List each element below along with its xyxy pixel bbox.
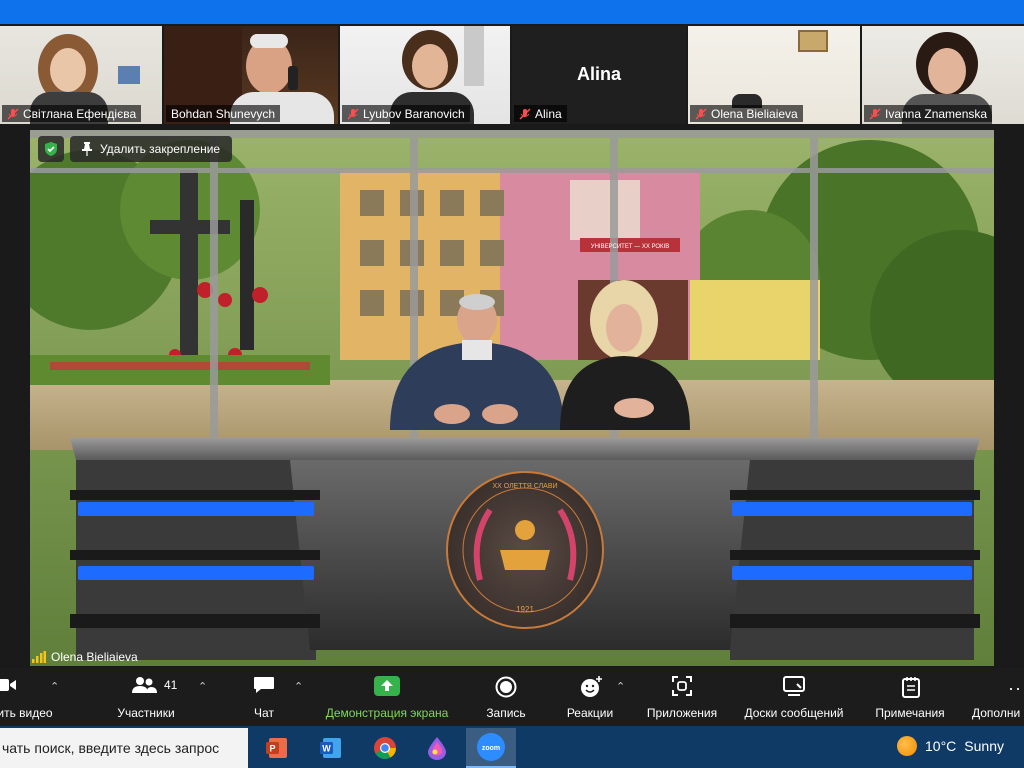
notes-button[interactable]: Примечания [866,668,954,726]
video-camera-icon [0,679,16,691]
building-sign-text: УНІВЕРСИТЕТ — ХХ РОКІВ [591,244,669,250]
video-options-caret-icon[interactable]: ⌃ [50,680,59,693]
whiteboard-icon [783,676,805,696]
participant-name: Lyubov Baranovich [342,105,470,122]
participants-icon [132,677,157,693]
start-video-label: ить видео [0,706,53,720]
participant-tile[interactable]: Світлана Ефендієва [0,26,162,124]
main-video-area: ХХ ОЛЕТТЯ СЛАВИ 1921 УНІВЕРСИТЕТ — ХХ РО… [0,128,1024,668]
chat-button[interactable]: Чат [240,668,288,726]
participants-button[interactable]: 41 Участники [108,668,184,726]
more-label: Дополни [972,706,1021,720]
more-dots-icon: ·· [1008,678,1022,698]
pin-icon [82,142,92,156]
active-speaker-label: Olena Bieliaieva [32,650,138,664]
apps-icon [672,676,692,696]
participants-label: Участники [117,706,175,720]
participant-name: Alina [514,105,567,122]
participant-name: Bohdan Shunevych [166,105,281,122]
participant-tile[interactable]: Alina Alina [512,26,686,124]
emoji-plus-icon [581,676,602,697]
active-speaker-name: Olena Bieliaieva [51,650,138,664]
apps-label: Приложения [646,706,718,720]
studio-scene: ХХ ОЛЕТТЯ СЛАВИ 1921 УНІВЕРСИТЕТ — ХХ РО… [30,130,994,666]
svg-text:P: P [269,744,275,754]
start-video-button[interactable]: ить видео [0,668,62,726]
chat-options-caret-icon[interactable]: ⌃ [294,680,303,693]
unpin-button[interactable]: Удалить закрепление [70,136,233,162]
participant-name: Світлана Ефендієва [2,105,142,122]
taskbar-search-text: чать поиск, введите здесь запрос [2,740,220,756]
participants-count: 41 [164,678,178,692]
word-icon[interactable]: W [306,728,356,768]
encryption-shield-icon[interactable] [38,136,64,162]
reactions-options-caret-icon[interactable]: ⌃ [616,680,625,693]
weather-widget[interactable]: 10°C Sunny [897,736,1004,756]
participants-options-caret-icon[interactable]: ⌃ [198,680,207,693]
share-screen-label: Демонстрация экрана [325,706,449,720]
chat-bubble-icon [254,677,274,693]
participant-tile[interactable]: Ivanna Znamenska [862,26,1024,124]
participant-name: Ivanna Znamenska [864,105,993,122]
more-button[interactable]: ·· Дополни [966,668,1024,726]
video-gallery: Світлана Ефендієва Bohdan Shunevych Lyub… [0,26,1024,126]
powerpoint-icon[interactable]: P [252,728,302,768]
emblem-top-text: ХХ ОЛЕТТЯ СЛАВИ [492,483,557,490]
zoom-icon[interactable]: zoom [466,728,516,768]
zoom-app-label: zoom [482,745,500,752]
title-bar [0,0,1024,24]
svg-text:W: W [322,744,331,754]
emblem-year-text: 1921 [516,605,534,614]
paint-icon[interactable] [412,728,462,768]
reactions-button[interactable]: Реакции [560,668,620,726]
whiteboards-label: Доски сообщений [744,706,844,720]
participant-name: Olena Bieliaieva [690,105,803,122]
mic-muted-icon [519,108,531,120]
meeting-toolbar: ить видео ⌃ 41 Участники ⌃ Чат ⌃ Демонст… [0,668,1024,726]
weather-temperature: 10°C [925,738,957,754]
mic-muted-icon [7,108,19,120]
participant-tile[interactable]: Olena Bieliaieva [688,26,860,124]
participant-tile[interactable]: Bohdan Shunevych [164,26,338,124]
unpin-label: Удалить закрепление [100,142,221,156]
weather-description: Sunny [964,738,1004,754]
share-screen-icon [374,676,400,696]
participant-display-name: Alina [576,64,621,84]
chrome-icon[interactable] [360,728,410,768]
windows-taskbar: чать поиск, введите здесь запрос P W zoo… [0,726,1024,768]
mic-muted-icon [869,108,881,120]
record-button[interactable]: Запись [478,668,534,726]
sun-icon [897,736,918,756]
share-screen-button[interactable]: Демонстрация экрана [318,668,456,726]
whiteboards-button[interactable]: Доски сообщений [734,668,854,726]
taskbar-search-input[interactable]: чать поиск, введите здесь запрос [0,728,248,768]
notes-label: Примечания [875,706,945,720]
audio-level-icon [32,651,46,663]
reactions-label: Реакции [566,706,614,720]
pinned-video[interactable]: ХХ ОЛЕТТЯ СЛАВИ 1921 УНІВЕРСИТЕТ — ХХ РО… [30,130,994,666]
participant-tile[interactable]: Lyubov Baranovich [340,26,510,124]
apps-button[interactable]: Приложения [640,668,724,726]
record-icon [495,676,517,698]
chat-label: Чат [254,706,274,720]
record-label: Запись [486,706,526,720]
mic-muted-icon [347,108,359,120]
mic-muted-icon [695,108,707,120]
pin-controls: Удалить закрепление [38,136,233,162]
notes-icon [902,677,920,698]
